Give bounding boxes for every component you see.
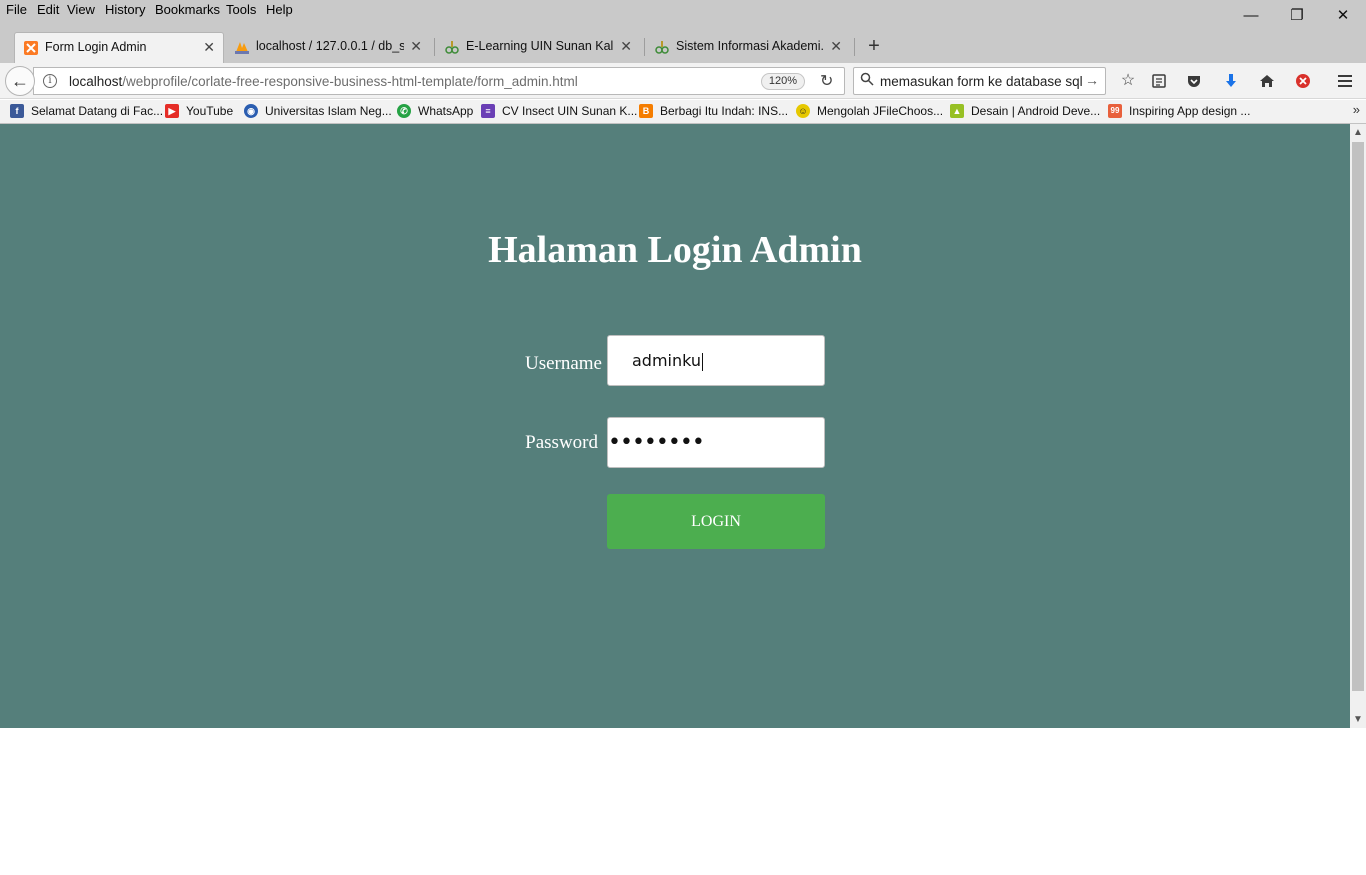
android-icon: ▲ [950, 104, 964, 118]
tab-title: E-Learning UIN Sunan Kali... [466, 39, 614, 53]
back-button[interactable]: ← [5, 66, 35, 96]
close-window-button[interactable]: ✕ [1320, 0, 1366, 30]
restore-button[interactable]: ❐ [1274, 0, 1320, 30]
info-icon[interactable]: i [43, 74, 57, 88]
login-page: Halaman Login Admin Username adminku Pas… [0, 124, 1350, 728]
menu-history[interactable]: History [105, 2, 145, 17]
bookmark-label: YouTube [186, 104, 234, 118]
password-label: Password [525, 432, 598, 453]
blogger-icon: B [639, 104, 653, 118]
username-field[interactable]: adminku [607, 335, 825, 386]
reload-icon[interactable]: ↻ [820, 71, 833, 91]
navigation-bar: i localhost/webprofile/corlate-free-resp… [0, 63, 1366, 99]
blocker-addon-icon[interactable] [1292, 70, 1314, 92]
vertical-scrollbar[interactable]: ▲ ▼ [1350, 124, 1366, 728]
close-icon[interactable]: ✕ [830, 38, 842, 55]
zoom-level-badge[interactable]: 120% [761, 73, 805, 90]
menu-help[interactable]: Help [266, 2, 293, 17]
tab-separator [644, 38, 645, 56]
menu-view[interactable]: View [67, 2, 95, 17]
close-icon[interactable]: ✕ [620, 38, 632, 55]
pocket-icon[interactable] [1183, 70, 1205, 92]
url-path: /webprofile/corlate-free-responsive-busi… [122, 74, 578, 89]
bookmarks-overflow-icon[interactable]: » [1353, 102, 1360, 117]
bookmark-label: Inspiring App design ... [1129, 104, 1251, 118]
bookmark-label: Berbagi Itu Indah: INS... [660, 104, 789, 118]
menu-bookmarks[interactable]: Bookmarks [155, 2, 220, 17]
search-go-arrow-icon[interactable]: → [1085, 72, 1099, 88]
tab-form-login-admin[interactable]: Form Login Admin ✕ [14, 32, 224, 63]
scroll-up-arrow-icon[interactable]: ▲ [1350, 124, 1366, 141]
username-label: Username [524, 353, 602, 374]
facebook-icon: f [10, 104, 24, 118]
username-value: adminku [632, 351, 702, 370]
url-host: localhost [69, 74, 123, 89]
menu-tools[interactable]: Tools [226, 2, 256, 17]
bookmark-label: WhatsApp [418, 104, 474, 118]
url-text[interactable]: localhost/webprofile/corlate-free-respon… [69, 74, 578, 89]
tab-separator [854, 38, 855, 56]
bookmark-label: Mengolah JFileChoos... [817, 104, 944, 118]
search-input[interactable]: memasukan form ke database sql [880, 74, 1084, 89]
bookmark-label: CV Insect UIN Sunan K... [502, 104, 638, 118]
minimize-button[interactable]: — [1228, 0, 1274, 30]
tab-title: localhost / 127.0.0.1 / db_s... [256, 39, 404, 53]
tab-phpmyadmin[interactable]: localhost / 127.0.0.1 / db_s... ✕ [226, 32, 430, 63]
whatsapp-icon: ✆ [397, 104, 411, 118]
close-icon[interactable]: ✕ [203, 39, 215, 56]
99designs-icon: 99 [1108, 104, 1122, 118]
hamburger-menu-icon[interactable] [1334, 70, 1356, 92]
xampp-icon [23, 40, 39, 56]
download-icon[interactable] [1220, 70, 1242, 92]
tab-title: Form Login Admin [45, 40, 147, 54]
page-title: Halaman Login Admin [488, 229, 862, 271]
new-tab-button[interactable]: + [862, 32, 886, 60]
bookmark-label: Desain | Android Deve... [971, 104, 1101, 118]
tab-strip: Form Login Admin ✕ localhost / 127.0.0.1… [0, 32, 1366, 63]
tab-title: Sistem Informasi Akademi... [676, 39, 824, 53]
menu-bar: File Edit View History Bookmarks Tools H… [0, 0, 1366, 32]
tab-separator [434, 38, 435, 56]
bookmarks-bar: f Selamat Datang di Fac... ▶ YouTube ◉ U… [0, 100, 1366, 124]
browser-window: File Edit View History Bookmarks Tools H… [0, 0, 1366, 728]
uin-icon [654, 39, 670, 55]
home-icon[interactable] [1256, 70, 1278, 92]
bookmark-label: Selamat Datang di Fac... [31, 104, 164, 118]
text-caret [702, 352, 704, 371]
bookmark-star-icon[interactable]: ☆ [1117, 70, 1139, 92]
scroll-down-arrow-icon[interactable]: ▼ [1350, 711, 1366, 728]
bookmark-label: Universitas Islam Neg... [265, 104, 392, 118]
uin-icon [444, 39, 460, 55]
tab-sistem-informasi[interactable]: Sistem Informasi Akademi... ✕ [646, 32, 850, 63]
list-icon: ≡ [481, 104, 495, 118]
url-bar[interactable]: i localhost/webprofile/corlate-free-resp… [33, 67, 845, 95]
search-icon [860, 72, 874, 89]
password-field[interactable]: •••••••• [607, 417, 825, 468]
smiley-icon: ☺ [796, 104, 810, 118]
youtube-icon: ▶ [165, 104, 179, 118]
menu-edit[interactable]: Edit [37, 2, 59, 17]
search-bar[interactable]: memasukan form ke database sql → [853, 67, 1106, 95]
reading-list-icon[interactable] [1148, 70, 1170, 92]
phpmyadmin-icon [234, 39, 250, 55]
globe-icon: ◉ [244, 104, 258, 118]
scroll-thumb[interactable] [1352, 142, 1364, 691]
login-button[interactable]: LOGIN [607, 494, 825, 549]
tab-elearning[interactable]: E-Learning UIN Sunan Kali... ✕ [436, 32, 640, 63]
close-icon[interactable]: ✕ [410, 38, 422, 55]
menu-file[interactable]: File [6, 2, 27, 17]
